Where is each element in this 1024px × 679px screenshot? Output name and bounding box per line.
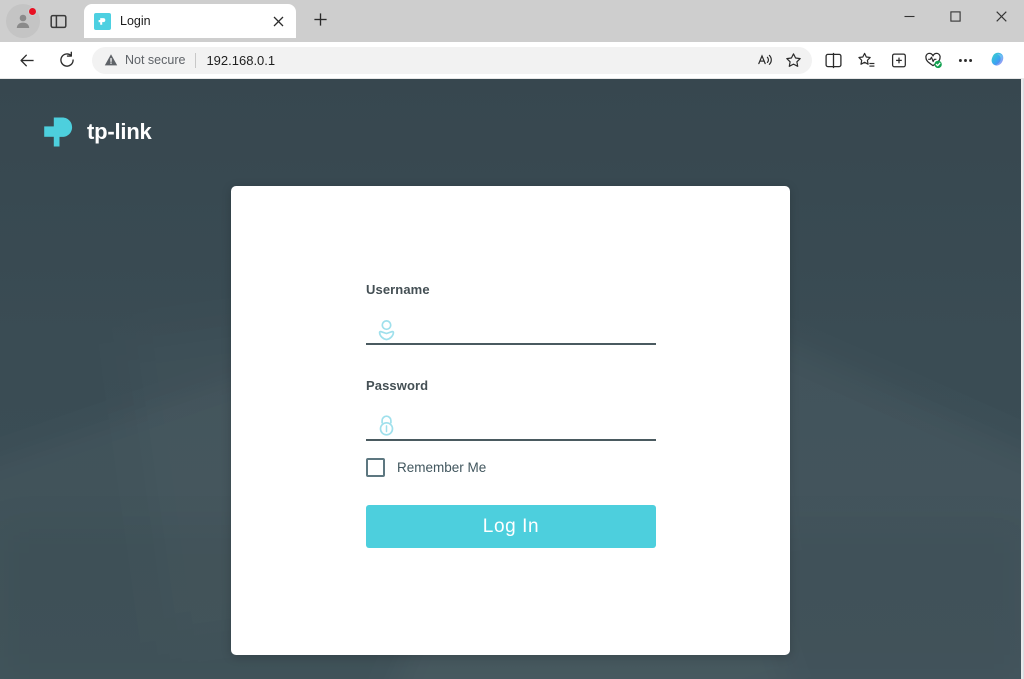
form-spacer [366, 345, 656, 378]
security-indicator[interactable]: Not secure [104, 53, 185, 67]
window-controls [886, 0, 1024, 32]
page-content: tp-link Username Password Remember Me Lo… [0, 79, 1024, 679]
close-button[interactable] [978, 0, 1024, 32]
not-secure-warning-icon [104, 54, 118, 66]
username-field[interactable] [366, 306, 656, 345]
address-bar-divider [195, 52, 197, 68]
address-bar[interactable]: Not secure 192.168.0.1 [92, 46, 812, 74]
refresh-icon [60, 51, 74, 67]
browser-essentials-icon[interactable] [917, 46, 948, 75]
new-tab-button[interactable] [305, 5, 335, 35]
password-field[interactable] [366, 402, 656, 441]
password-field-group: Password [366, 378, 656, 441]
maximize-button[interactable] [932, 0, 978, 32]
lock-icon [374, 411, 398, 437]
username-input[interactable] [366, 306, 656, 343]
add-to-collections-icon[interactable] [884, 46, 915, 75]
tp-link-favicon [94, 12, 111, 30]
settings-and-more-icon[interactable] [950, 46, 981, 75]
username-field-group: Username [366, 282, 656, 345]
password-input[interactable] [366, 402, 656, 439]
profile-button[interactable] [6, 4, 40, 38]
tab-close-icon[interactable] [269, 12, 288, 31]
copilot-icon[interactable] [983, 46, 1014, 75]
login-button[interactable]: Log In [366, 505, 656, 548]
maximize-icon [949, 10, 961, 22]
browser-tab[interactable]: Login [84, 4, 296, 38]
tab-strip: Login [0, 0, 1024, 42]
remember-me-checkbox[interactable] [366, 458, 385, 477]
password-label: Password [366, 378, 429, 393]
minimize-button[interactable] [886, 0, 932, 32]
minimize-icon [904, 15, 914, 17]
tp-link-logo-icon [44, 117, 73, 147]
toolbar-actions [818, 46, 1014, 75]
security-label: Not secure [125, 53, 186, 67]
tab-actions-icon [49, 14, 67, 28]
username-label: Username [366, 282, 430, 297]
close-icon [995, 10, 1007, 22]
split-screen-icon[interactable] [818, 46, 849, 75]
tab-actions-button[interactable] [42, 5, 74, 37]
remember-me-label: Remember Me [397, 460, 487, 475]
address-bar-actions [752, 48, 806, 72]
refresh-button[interactable] [52, 45, 82, 75]
read-aloud-icon[interactable] [752, 48, 778, 72]
plus-icon [313, 13, 327, 26]
collections-star-icon[interactable] [851, 46, 882, 75]
login-form: Username Password Remember Me Log In [366, 282, 656, 548]
back-button[interactable] [12, 45, 42, 75]
page-scroll-edge [1021, 79, 1023, 679]
browser-window: Login Not secure 192.168.0.1 tp-link Use… [0, 0, 1024, 679]
favorite-star-icon[interactable] [780, 48, 806, 72]
tp-link-brand: tp-link [42, 113, 152, 151]
profile-notification-dot [28, 7, 37, 16]
tp-link-brand-text: tp-link [87, 119, 152, 144]
browser-toolbar: Not secure 192.168.0.1 [0, 42, 1024, 79]
back-arrow-icon [19, 54, 34, 66]
tab-title: Login [120, 14, 151, 28]
remember-me-row[interactable]: Remember Me [366, 458, 656, 477]
address-bar-url[interactable]: 192.168.0.1 [206, 53, 752, 68]
login-card: Username Password Remember Me Log In [231, 186, 790, 655]
user-icon [374, 315, 398, 341]
tab-strip-left-controls: Login [0, 0, 335, 42]
